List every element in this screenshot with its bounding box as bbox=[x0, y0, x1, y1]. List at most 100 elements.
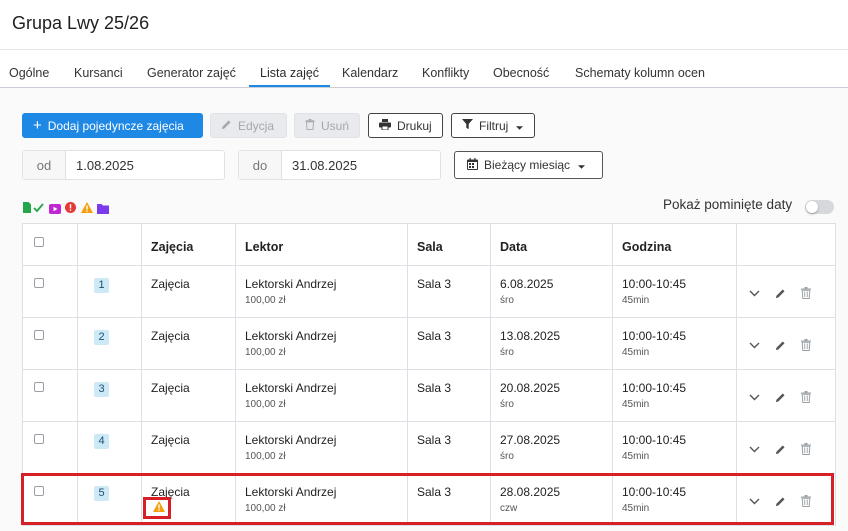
tab-ogolne[interactable]: Ogólne bbox=[9, 66, 49, 80]
print-button-label: Drukuj bbox=[397, 118, 432, 133]
chevron-down-icon[interactable] bbox=[749, 498, 763, 505]
date-to-prefix: do bbox=[239, 151, 282, 179]
pencil-icon bbox=[221, 119, 232, 133]
filter-icon bbox=[462, 118, 473, 133]
add-single-class-button[interactable]: + Dodaj pojedyncze zajęcia bbox=[22, 113, 203, 138]
row-checkbox[interactable] bbox=[34, 330, 44, 340]
pencil-icon[interactable] bbox=[775, 340, 789, 351]
tab-kursanci[interactable]: Kursanci bbox=[74, 66, 123, 80]
row-checkbox[interactable] bbox=[34, 382, 44, 392]
row-date-cell: 20.08.2025 śro bbox=[490, 369, 613, 422]
row-date: 6.08.2025 bbox=[500, 277, 554, 291]
row-room-cell: Sala 3 bbox=[407, 265, 491, 318]
trash-icon[interactable] bbox=[801, 495, 815, 507]
row-date-cell: 28.08.2025 czw bbox=[490, 473, 613, 526]
select-all-checkbox[interactable] bbox=[34, 237, 44, 247]
row-time-cell: 10:00-10:45 45min bbox=[612, 421, 737, 474]
delete-button-label: Usuń bbox=[321, 118, 350, 133]
trash-icon[interactable] bbox=[801, 339, 815, 351]
warning-icon[interactable] bbox=[153, 501, 165, 515]
row-number-badge: 4 bbox=[94, 434, 109, 449]
row-duration: 45min bbox=[622, 451, 650, 462]
row-time-cell: 10:00-10:45 45min bbox=[612, 369, 737, 422]
row-name-cell: Zajęcia bbox=[141, 369, 236, 422]
folder-icon bbox=[97, 201, 109, 219]
row-room: Sala 3 bbox=[417, 381, 452, 395]
date-to-input[interactable]: 31.08.2025 bbox=[282, 151, 440, 179]
table-row[interactable]: 4 Zajęcia Lektorski Andrzej 100,00 zł Sa… bbox=[22, 421, 836, 474]
chevron-down-icon[interactable] bbox=[749, 394, 763, 401]
header-data[interactable]: Data bbox=[490, 223, 613, 266]
add-button-label: Dodaj pojedyncze zajęcia bbox=[47, 118, 184, 133]
row-select-cell bbox=[22, 473, 78, 526]
tab-generator-zajec[interactable]: Generator zajęć bbox=[147, 66, 236, 80]
header-lektor[interactable]: Lektor bbox=[235, 223, 408, 266]
row-room-cell: Sala 3 bbox=[407, 369, 491, 422]
header-zajecia[interactable]: Zajęcia bbox=[141, 223, 236, 266]
table-row[interactable]: 5 Zajęcia Lektorski Andrzej 100,00 zł Sa… bbox=[22, 473, 836, 526]
row-name: Zajęcia bbox=[151, 433, 190, 447]
row-date: 27.08.2025 bbox=[500, 433, 561, 447]
row-duration: 45min bbox=[622, 503, 650, 514]
row-duration: 45min bbox=[622, 295, 650, 306]
delete-button[interactable]: Usuń bbox=[294, 113, 360, 138]
table-row[interactable]: 3 Zajęcia Lektorski Andrzej 100,00 zł Sa… bbox=[22, 369, 836, 422]
row-checkbox[interactable] bbox=[34, 434, 44, 444]
row-room: Sala 3 bbox=[417, 329, 452, 343]
caret-down-icon bbox=[516, 119, 524, 133]
toggle-knob bbox=[806, 201, 818, 213]
warning-icon bbox=[81, 200, 93, 218]
pencil-icon[interactable] bbox=[775, 496, 789, 507]
header-sala[interactable]: Sala bbox=[407, 223, 491, 266]
row-duration: 45min bbox=[622, 399, 650, 410]
print-button[interactable]: Drukuj bbox=[368, 113, 443, 138]
row-select-cell bbox=[22, 265, 78, 318]
chevron-down-icon[interactable] bbox=[749, 342, 763, 349]
tab-schematy-kolumn-ocen[interactable]: Schematy kolumn ocen bbox=[575, 66, 705, 80]
row-room-cell: Sala 3 bbox=[407, 317, 491, 370]
filter-dropdown-button[interactable]: Filtruj bbox=[451, 113, 535, 138]
pencil-icon[interactable] bbox=[775, 288, 789, 299]
trash-icon[interactable] bbox=[801, 443, 815, 455]
date-from-input[interactable]: 1.08.2025 bbox=[66, 151, 224, 179]
row-select-cell bbox=[22, 421, 78, 474]
chevron-down-icon[interactable] bbox=[749, 446, 763, 453]
row-price: 100,00 zł bbox=[245, 399, 286, 410]
tab-obecnosc[interactable]: Obecność bbox=[493, 66, 549, 80]
row-actions-cell bbox=[736, 369, 836, 422]
show-skipped-dates-label: Pokaż pominięte daty bbox=[663, 197, 793, 212]
row-name: Zajęcia bbox=[151, 277, 190, 291]
tab-konflikty[interactable]: Konflikty bbox=[422, 66, 469, 80]
period-dropdown-button[interactable]: Bieżący miesiąc bbox=[454, 151, 603, 179]
date-to-group: do 31.08.2025 bbox=[238, 150, 441, 180]
show-skipped-dates-toggle[interactable] bbox=[805, 200, 834, 214]
date-from-prefix: od bbox=[23, 151, 66, 179]
table-row[interactable]: 1 Zajęcia Lektorski Andrzej 100,00 zł Sa… bbox=[22, 265, 836, 318]
pencil-icon[interactable] bbox=[775, 444, 789, 455]
row-time: 10:00-10:45 bbox=[622, 433, 687, 447]
row-day: śro bbox=[500, 399, 514, 410]
alert-circle-icon bbox=[65, 200, 76, 218]
printer-icon bbox=[379, 118, 391, 133]
row-checkbox[interactable] bbox=[34, 486, 44, 496]
chevron-down-icon[interactable] bbox=[749, 290, 763, 297]
row-price: 100,00 zł bbox=[245, 347, 286, 358]
row-checkbox[interactable] bbox=[34, 278, 44, 288]
row-number-cell: 5 bbox=[77, 473, 142, 526]
row-actions-cell bbox=[736, 265, 836, 318]
row-room: Sala 3 bbox=[417, 433, 452, 447]
tab-lista-zajec[interactable]: Lista zajęć bbox=[260, 66, 319, 80]
trash-icon[interactable] bbox=[801, 287, 815, 299]
header-actions bbox=[736, 223, 836, 266]
pencil-icon[interactable] bbox=[775, 392, 789, 403]
edit-button[interactable]: Edycja bbox=[210, 113, 287, 138]
header-godzina[interactable]: Godzina bbox=[612, 223, 737, 266]
row-lecturer-cell: Lektorski Andrzej 100,00 zł bbox=[235, 317, 408, 370]
row-number-cell: 1 bbox=[77, 265, 142, 318]
row-time: 10:00-10:45 bbox=[622, 485, 687, 499]
row-name-cell: Zajęcia bbox=[141, 265, 236, 318]
table-row[interactable]: 2 Zajęcia Lektorski Andrzej 100,00 zł Sa… bbox=[22, 317, 836, 370]
tab-kalendarz[interactable]: Kalendarz bbox=[342, 66, 398, 80]
trash-icon[interactable] bbox=[801, 391, 815, 403]
row-number-cell: 3 bbox=[77, 369, 142, 422]
